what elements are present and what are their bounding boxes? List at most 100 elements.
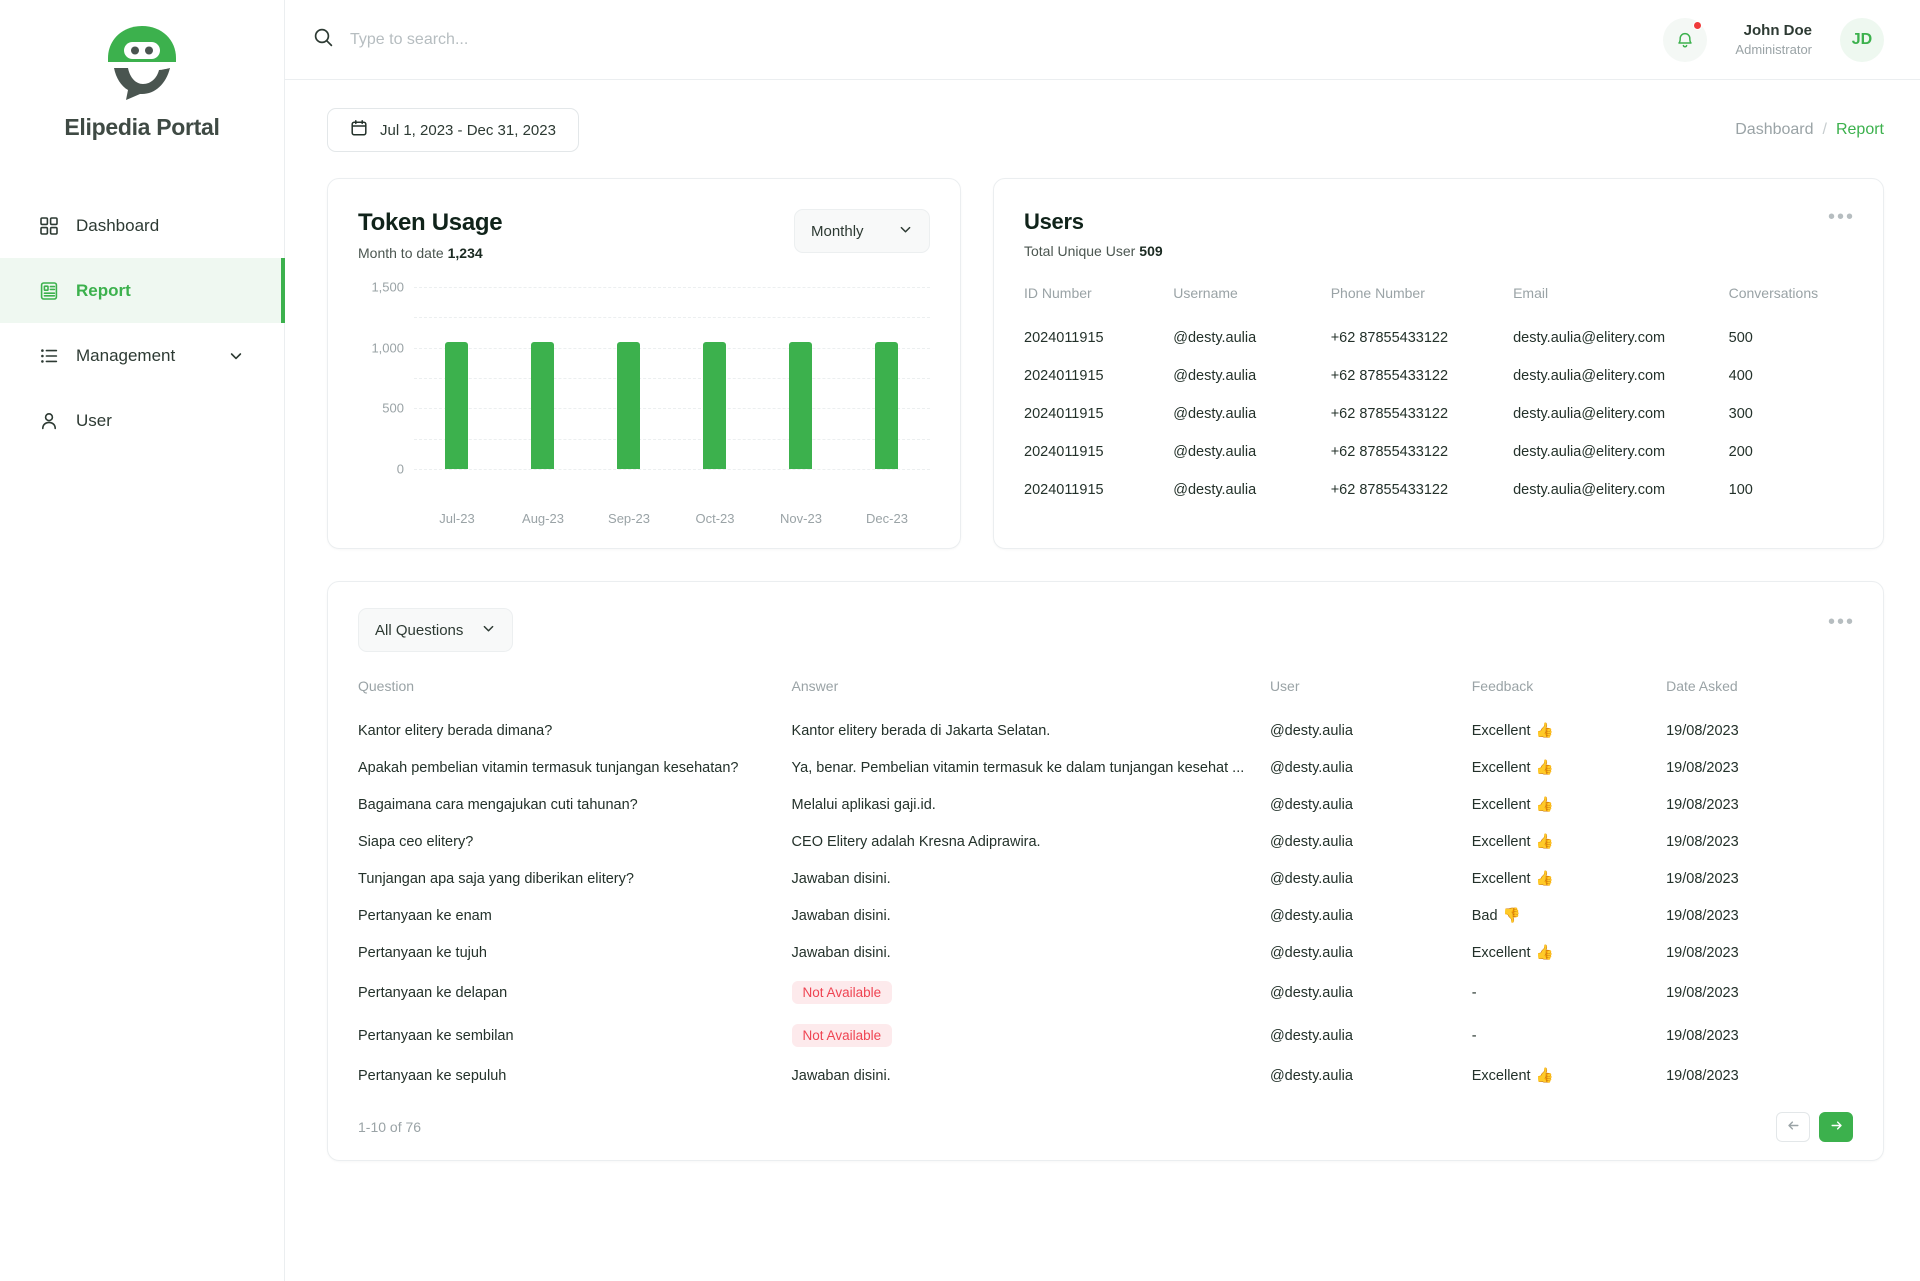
user-info[interactable]: John Doe Administrator <box>1735 21 1812 59</box>
user-role: Administrator <box>1735 41 1812 57</box>
questions-table-header-row: Question Answer User Feedback Date Asked <box>358 678 1853 712</box>
sidebar-item-label: Report <box>76 280 131 300</box>
table-row[interactable]: 2024011915 @desty.aulia +62 87855433122 des… <box>1024 357 1853 395</box>
chart-bar[interactable] <box>789 341 813 469</box>
token-card-header: Token Usage Month to date 1,234 Monthly <box>358 209 930 261</box>
list-icon <box>38 345 60 367</box>
table-row[interactable]: Pertanyaan ke sepuluh Jawaban disini. @des… <box>358 1057 1853 1094</box>
table-row[interactable]: 2024011915 @desty.aulia +62 87855433122 des… <box>1024 395 1853 433</box>
token-usage-card: Token Usage Month to date1,234 Monthly <box>327 178 961 549</box>
chart-bar[interactable] <box>875 341 899 469</box>
users-cell-conversations: 200 <box>1728 444 1753 460</box>
users-cell-email: desty.aulia@elitery.com <box>1513 368 1666 384</box>
thumbs-up-icon: 👍 <box>1535 760 1554 776</box>
pagination-next-button[interactable] <box>1819 1112 1853 1142</box>
breadcrumb-current[interactable]: Report <box>1836 121 1884 139</box>
table-row[interactable]: Siapa ceo elitery? CEO Elitery adalah Kre… <box>358 823 1853 860</box>
token-usage-chart: 0 500 1,000 1,500 <box>358 280 930 499</box>
chart-x-tick: Sep-23 <box>608 511 650 526</box>
questions-panel: ••• All Questions Question Answer User F… <box>327 581 1884 1161</box>
chart-bar[interactable] <box>531 341 555 469</box>
sidebar-item-management[interactable]: Management <box>0 323 284 388</box>
pagination-label: 1-10 of 76 <box>358 1119 422 1135</box>
date-asked-cell: 19/08/2023 <box>1666 796 1739 813</box>
date-range-picker[interactable]: Jul 1, 2023 - Dec 31, 2023 <box>327 108 579 152</box>
avatar[interactable]: JD <box>1840 17 1884 62</box>
feedback-cell: Excellent 👍 <box>1472 934 1666 971</box>
users-cell-phone: +62 87855433122 <box>1330 406 1449 422</box>
user-cell: @desty.aulia <box>1269 759 1353 776</box>
users-cell-conversations: 100 <box>1728 482 1753 498</box>
table-row[interactable]: Tunjangan apa saja yang diberikan eliter… <box>358 860 1853 897</box>
date-range-label: Jul 1, 2023 - Dec 31, 2023 <box>380 121 556 139</box>
chart-bar-slot <box>414 287 500 469</box>
sidebar-item-dashboard[interactable]: Dashboard <box>0 193 284 258</box>
feedback-cell: Excellent 👍 <box>1472 860 1666 897</box>
chart-bars <box>414 287 930 469</box>
status-badge: Not Available <box>791 981 893 1004</box>
chart-x-tick: Oct-23 <box>695 511 735 526</box>
answer-cell: Jawaban disini. <box>791 907 891 924</box>
questions-panel-menu-button[interactable]: ••• <box>1828 612 1855 632</box>
answer-cell: Not Available <box>791 971 1270 1014</box>
table-row[interactable]: Apakah pembelian vitamin termasuk tunjan… <box>358 749 1853 786</box>
period-select[interactable]: Monthly <box>794 209 930 253</box>
questions-filter-select[interactable]: All Questions <box>358 608 514 652</box>
search-bar[interactable] <box>313 27 1649 53</box>
users-cell-conversations: 500 <box>1728 330 1753 346</box>
date-asked-cell: 19/08/2023 <box>1666 984 1739 1001</box>
answer-cell: Kantor elitery berada di Jakarta Selatan… <box>791 722 1051 739</box>
users-cell-phone: +62 87855433122 <box>1330 444 1449 460</box>
users-col-email: Email <box>1513 285 1549 301</box>
table-row[interactable]: Bagaimana cara mengajukan cuti tahunan? M… <box>358 786 1853 823</box>
pagination-controls <box>1776 1112 1853 1142</box>
search-input[interactable] <box>350 30 870 49</box>
chart-bar[interactable] <box>617 341 641 469</box>
question-cell: Tunjangan apa saja yang diberikan eliter… <box>358 870 634 887</box>
users-cell-conversations: 300 <box>1728 406 1753 422</box>
feedback-cell: Excellent 👍 <box>1472 712 1666 749</box>
thumbs-up-icon: 👍 <box>1535 945 1554 961</box>
page-title: Token Usage <box>358 209 503 236</box>
date-asked-cell: 19/08/2023 <box>1666 1027 1739 1044</box>
chart-bar-slot <box>758 287 844 469</box>
chart-y-tick: 1,500 <box>371 279 404 295</box>
table-row[interactable]: Pertanyaan ke sembilan Not Available @dest… <box>358 1014 1853 1057</box>
user-cell: @desty.aulia <box>1269 1067 1353 1084</box>
users-card-title: Users <box>1024 209 1084 234</box>
table-row[interactable]: Pertanyaan ke delapan Not Available @desty… <box>358 971 1853 1014</box>
table-row[interactable]: 2024011915 @desty.aulia +62 87855433122 des… <box>1024 319 1853 357</box>
users-cell-username: @desty.aulia <box>1173 406 1257 422</box>
users-cell-id: 2024011915 <box>1024 368 1104 384</box>
question-cell: Bagaimana cara mengajukan cuti tahunan? <box>358 796 638 813</box>
pagination-prev-button[interactable] <box>1776 1112 1810 1142</box>
sidebar-item-user[interactable]: User <box>0 388 284 453</box>
answer-cell: Ya, benar. Pembelian vitamin termasuk ke… <box>791 759 1245 776</box>
questions-col-date: Date Asked <box>1666 678 1738 694</box>
sidebar-item-report[interactable]: Report <box>0 258 285 323</box>
questions-table: Question Answer User Feedback Date Asked… <box>358 678 1853 1094</box>
question-cell: Pertanyaan ke enam <box>358 907 492 924</box>
chart-bar[interactable] <box>445 341 469 469</box>
feedback-cell: - <box>1472 1014 1666 1057</box>
users-cell-id: 2024011915 <box>1024 406 1104 422</box>
table-row[interactable]: Pertanyaan ke enam Jawaban disini. @desty.… <box>358 897 1853 934</box>
date-asked-cell: 19/08/2023 <box>1666 833 1739 850</box>
users-table-head: ID Number Username Phone Number Email Co… <box>1024 285 1853 319</box>
thumbs-up-icon: 👍 <box>1535 871 1554 887</box>
chevron-down-icon <box>481 621 496 640</box>
token-subtitle: Month to date 1,234 <box>358 245 502 261</box>
feedback-cell: Excellent 👍 <box>1472 1057 1666 1094</box>
feedback-label: Excellent <box>1471 834 1531 850</box>
breadcrumb-parent[interactable]: Dashboard <box>1735 121 1813 139</box>
notifications-button[interactable] <box>1663 17 1708 62</box>
chart-bar[interactable] <box>703 341 727 469</box>
table-row[interactable]: 2024011915 @desty.aulia +62 87855433122 des… <box>1024 471 1853 509</box>
chat-bot-logo-icon <box>108 26 176 100</box>
table-row[interactable]: Pertanyaan ke tujuh Jawaban disini. @desty… <box>358 934 1853 971</box>
table-row[interactable]: Kantor elitery berada dimana? Kantor elit… <box>358 712 1853 749</box>
chart-x-tick: Dec-23 <box>866 511 908 526</box>
chevron-down-icon[interactable] <box>228 348 244 364</box>
table-row[interactable]: 2024011915 @desty.aulia +62 87855433122 des… <box>1024 433 1853 471</box>
users-card-menu-button[interactable]: ••• <box>1828 207 1855 227</box>
